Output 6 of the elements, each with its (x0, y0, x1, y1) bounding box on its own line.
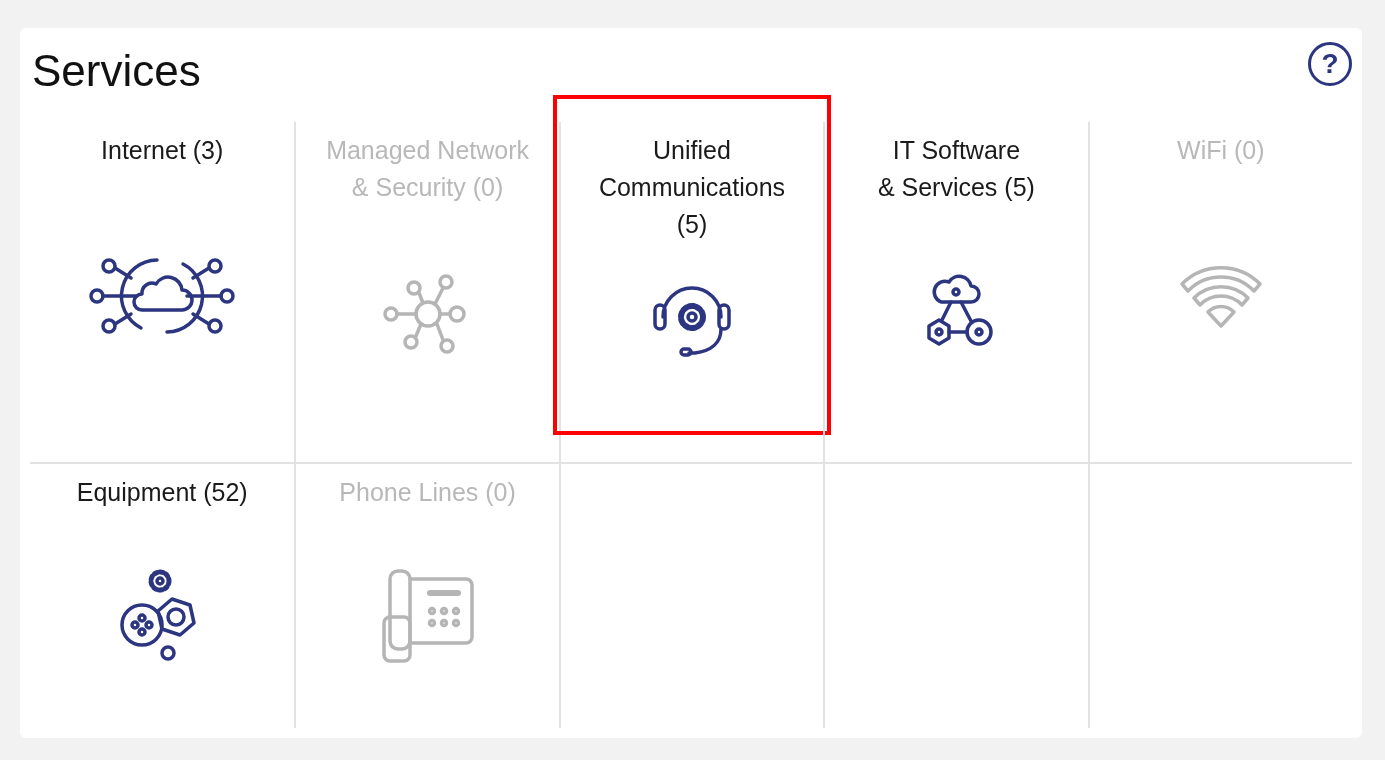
help-button[interactable]: ? (1308, 42, 1352, 86)
service-tile[interactable]: Unified Communications (5) (552, 95, 832, 435)
service-tile[interactable]: Internet (3) (30, 122, 295, 462)
service-tile[interactable]: Equipment (52) (30, 464, 295, 728)
panel-title: Services (31, 45, 201, 96)
service-tile[interactable]: IT Software & Services (5) (825, 122, 1088, 462)
